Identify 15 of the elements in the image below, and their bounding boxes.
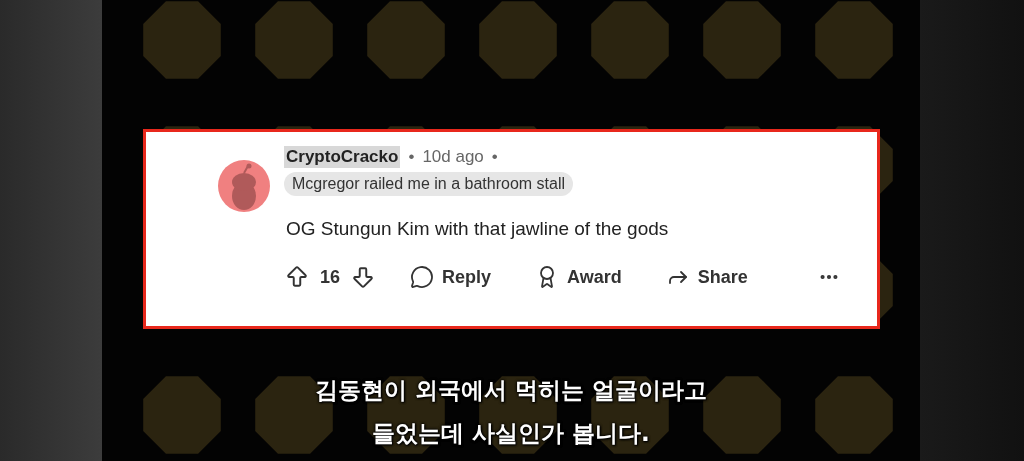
separator-dot: • [408,147,415,167]
speech-bubble-icon [410,265,435,289]
award-button[interactable]: Award [535,265,622,289]
vote-count: 16 [320,266,341,288]
comment-text: OG Stungun Kim with that jawline of the gods [286,218,669,240]
upvote-icon[interactable] [284,264,310,290]
username[interactable]: CryptoCracko [284,146,401,168]
user-flair: Mcgregor railed me in a bathroom stall [284,172,573,196]
reply-button[interactable]: Reply [410,265,492,289]
separator-dot: • [491,147,498,167]
share-button[interactable]: Share [665,265,748,289]
subtitle-line: 들었는데 사실인가 봅니다. [372,419,650,448]
subtitle-line: 김동현이 외국에서 먹히는 얼굴이라고 [315,376,707,405]
avatar-icon [218,160,270,212]
comment-age: 10d ago [422,147,484,167]
